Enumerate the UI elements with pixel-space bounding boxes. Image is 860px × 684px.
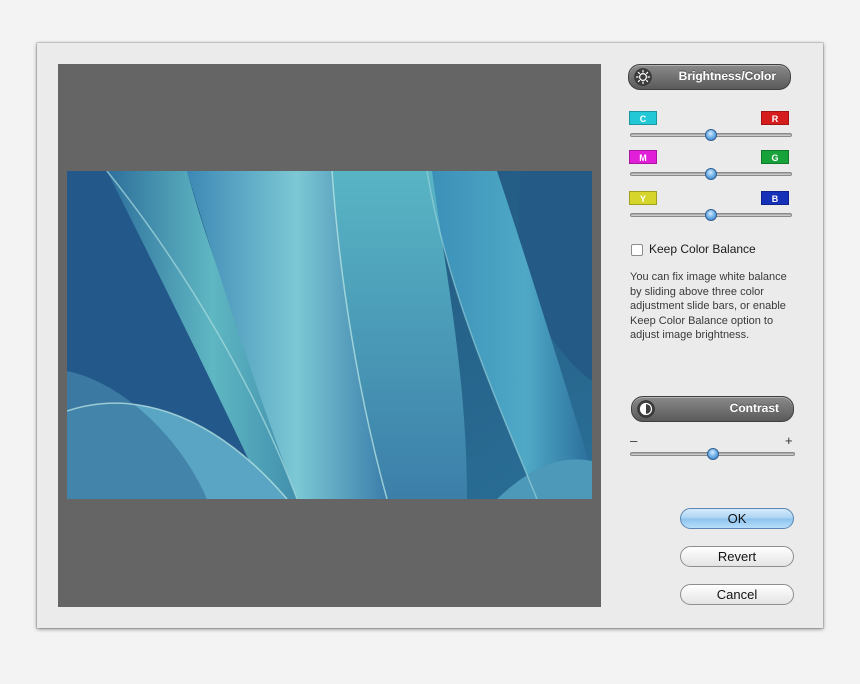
keep-color-balance-label[interactable]: Keep Color Balance [649,242,756,256]
image-adjust-dialog: Brightness/Color C R M G Y B Keep Color … [37,43,823,628]
brightness-color-title: Brightness/Color [678,69,776,83]
cyan-red-slider-knob[interactable] [705,129,717,141]
sun-icon [634,68,652,86]
ok-button[interactable]: OK [680,508,794,529]
image-preview-area [58,64,601,607]
swatch-blue: B [761,191,789,205]
magenta-green-slider-knob[interactable] [705,168,717,180]
swatch-yellow: Y [629,191,657,205]
adjustment-panel: Brightness/Color C R M G Y B Keep Color … [627,43,823,628]
swatch-green: G [761,150,789,164]
cancel-button[interactable]: Cancel [680,584,794,605]
contrast-minus-label: – [630,433,638,448]
brightness-color-header[interactable]: Brightness/Color [628,64,791,90]
help-text: You can fix image white balance by slidi… [630,271,787,341]
swatch-magenta: M [629,150,657,164]
contrast-slider-knob[interactable] [707,448,719,460]
contrast-plus-label: + [785,433,793,448]
revert-button[interactable]: Revert [680,546,794,567]
keep-color-balance-checkbox[interactable] [631,244,643,256]
contrast-title: Contrast [729,401,779,415]
preview-image [67,171,592,499]
contrast-icon [637,400,655,418]
yellow-blue-slider-knob[interactable] [705,209,717,221]
swatch-cyan: C [629,111,657,125]
swatch-red: R [761,111,789,125]
contrast-header[interactable]: Contrast [631,396,794,422]
